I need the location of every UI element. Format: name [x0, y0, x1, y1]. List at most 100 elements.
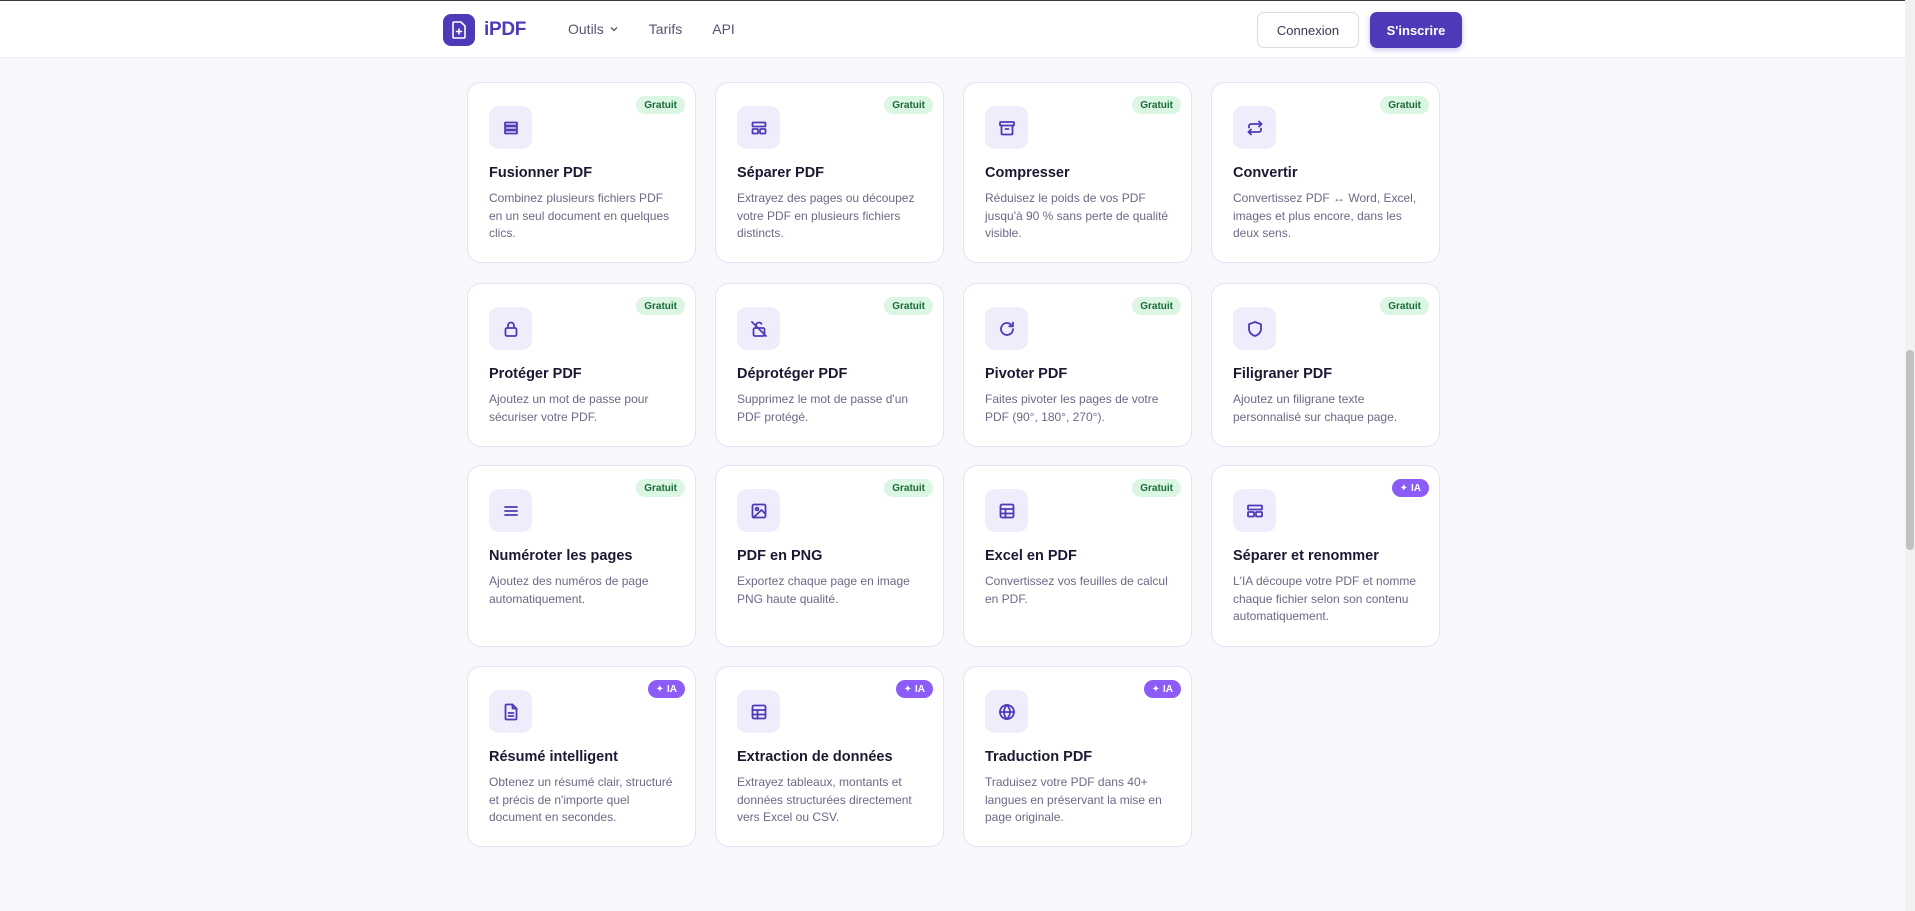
ai-badge: ✦ IA	[1391, 479, 1429, 497]
tool-title: Extraction de données	[737, 749, 893, 765]
tool-card[interactable]: ✦ IA Extraction de données Extrayez tableau…	[715, 666, 944, 847]
tool-card[interactable]: ✦ IA Séparer et renommer L'IA découpe votre…	[1211, 465, 1440, 647]
nav-tools-label: Outils	[568, 21, 604, 37]
badge-label: IA	[1163, 683, 1173, 695]
badge-label: Gratuit	[644, 482, 677, 494]
tool-card[interactable]: Gratuit Pivoter PDF Faites pivoter les pag…	[963, 283, 1192, 447]
tool-description: Supprimez le mot de passe d'un PDF proté…	[737, 392, 909, 424]
free-badge: Gratuit	[884, 479, 933, 497]
tool-icon-box	[489, 690, 532, 733]
login-button[interactable]: Connexion	[1257, 12, 1359, 48]
sheet-icon	[999, 503, 1014, 518]
unlock-icon	[750, 320, 767, 337]
tool-card[interactable]: Gratuit PDF en PNG Exportez chaque page en…	[715, 465, 944, 647]
tool-card[interactable]: Gratuit Fusionner PDF Combinez plusieurs f…	[467, 82, 696, 263]
rotate-icon	[999, 321, 1014, 336]
document-icon	[504, 703, 517, 720]
signup-button[interactable]: S'inscrire	[1370, 12, 1462, 48]
tool-card[interactable]: ✦ IA Traduction PDF Traduisez votre PDF dan…	[963, 666, 1192, 847]
tool-icon-box	[985, 106, 1028, 149]
sparkle-icon: ✦	[1399, 482, 1408, 494]
tool-card[interactable]: Gratuit Convertir Convertissez PDF ↔ Word,…	[1211, 82, 1440, 263]
tool-icon-box	[737, 307, 780, 350]
tool-title: Séparer PDF	[737, 165, 825, 181]
tool-icon-box	[737, 106, 780, 149]
tool-title: Compresser	[985, 165, 1070, 181]
layers-icon	[503, 121, 518, 134]
ai-badge: ✦ IA	[895, 680, 933, 698]
badge-label: Gratuit	[892, 482, 925, 494]
page-scrollbar[interactable]	[1905, 0, 1915, 911]
tool-card[interactable]: Gratuit Compresser Réduisez le poids de vo…	[963, 82, 1192, 263]
badge-label: Gratuit	[644, 300, 677, 312]
list-icon	[503, 505, 518, 516]
tool-description: Convertissez PDF ↔ Word, Excel, images e…	[1233, 191, 1417, 240]
tool-description: L'IA découpe votre PDF et nomme chaque f…	[1233, 574, 1417, 623]
tool-icon-box	[737, 690, 780, 733]
badge-label: Gratuit	[1140, 482, 1173, 494]
badge-label: Gratuit	[644, 99, 677, 111]
tool-title: Numéroter les pages	[489, 548, 633, 564]
badge-label: Gratuit	[1140, 99, 1173, 111]
badge-label: IA	[915, 683, 925, 695]
free-badge: Gratuit	[636, 479, 685, 497]
tool-title: Filigraner PDF	[1233, 366, 1333, 382]
tool-card[interactable]: ✦ IA Résumé intelligent Obtenez un résumé c…	[467, 666, 696, 847]
tool-title: Protéger PDF	[489, 366, 582, 382]
badge-label: Gratuit	[892, 300, 925, 312]
badge-label: Gratuit	[892, 99, 925, 111]
site-header: iPDF Outils Tarifs API Connexion S'inscr…	[0, 1, 1905, 58]
tool-icon-box	[985, 307, 1028, 350]
main-nav: Outils Tarifs API	[568, 21, 735, 37]
tool-card[interactable]: Gratuit Filigraner PDF Ajoutez un filigran…	[1211, 283, 1440, 447]
tool-description: Ajoutez un filigrane texte personnalisé …	[1233, 392, 1398, 424]
free-badge: Gratuit	[1132, 479, 1181, 497]
scrollbar-thumb[interactable]	[1906, 350, 1914, 550]
ai-badge: ✦ IA	[1143, 680, 1181, 698]
free-badge: Gratuit	[636, 96, 685, 114]
free-badge: Gratuit	[884, 297, 933, 315]
convert-icon	[1247, 120, 1262, 135]
badge-label: IA	[1411, 482, 1421, 494]
split-rename-icon	[1246, 504, 1263, 517]
tool-icon-box	[985, 690, 1028, 733]
tool-card[interactable]: Gratuit Protéger PDF Ajoutez un mot de pas…	[467, 283, 696, 447]
tool-description: Faites pivoter les pages de votre PDF (9…	[985, 392, 1159, 424]
tool-card[interactable]: Gratuit Numéroter les pages Ajoutez des nu…	[467, 465, 696, 647]
free-badge: Gratuit	[1132, 96, 1181, 114]
tool-title: PDF en PNG	[737, 548, 823, 564]
brand-logo[interactable]: iPDF	[443, 14, 526, 46]
tool-title: Séparer et renommer	[1233, 548, 1379, 564]
free-badge: Gratuit	[1380, 297, 1429, 315]
tool-description: Réduisez le poids de vos PDF jusqu'à 90 …	[985, 191, 1169, 240]
table-icon	[751, 704, 766, 719]
tool-title: Pivoter PDF	[985, 366, 1068, 382]
tool-card[interactable]: Gratuit Déprotéger PDF Supprimez le mot de…	[715, 283, 944, 447]
globe-icon	[998, 703, 1015, 720]
tool-description: Extrayez des pages ou découpez votre PDF…	[737, 191, 915, 240]
tool-title: Traduction PDF	[985, 749, 1093, 765]
archive-icon	[998, 120, 1015, 135]
tool-title: Fusionner PDF	[489, 165, 593, 181]
shield-icon	[1247, 320, 1262, 337]
tool-title: Excel en PDF	[985, 548, 1077, 564]
tool-icon-box	[1233, 307, 1276, 350]
nav-pricing[interactable]: Tarifs	[649, 21, 682, 37]
free-badge: Gratuit	[1132, 297, 1181, 315]
badge-label: IA	[667, 683, 677, 695]
tool-icon-box	[489, 307, 532, 350]
tool-icon-box	[1233, 489, 1276, 532]
tool-title: Déprotéger PDF	[737, 366, 848, 382]
nav-tools[interactable]: Outils	[568, 21, 619, 37]
tool-description: Ajoutez des numéros de page automatiquem…	[489, 574, 649, 606]
tool-card[interactable]: Gratuit Excel en PDF Convertissez vos feui…	[963, 465, 1192, 647]
sparkle-icon: ✦	[655, 683, 664, 695]
tool-description: Extrayez tableaux, montants et données s…	[737, 775, 912, 824]
brand-name: iPDF	[484, 19, 527, 40]
tool-description: Exportez chaque page en image PNG haute …	[737, 574, 910, 606]
tool-icon-box	[1233, 106, 1276, 149]
nav-api[interactable]: API	[712, 21, 735, 37]
free-badge: Gratuit	[884, 96, 933, 114]
tool-card[interactable]: Gratuit Séparer PDF Extrayez des pages ou …	[715, 82, 944, 263]
tool-description: Obtenez un résumé clair, structuré et pr…	[489, 775, 673, 824]
